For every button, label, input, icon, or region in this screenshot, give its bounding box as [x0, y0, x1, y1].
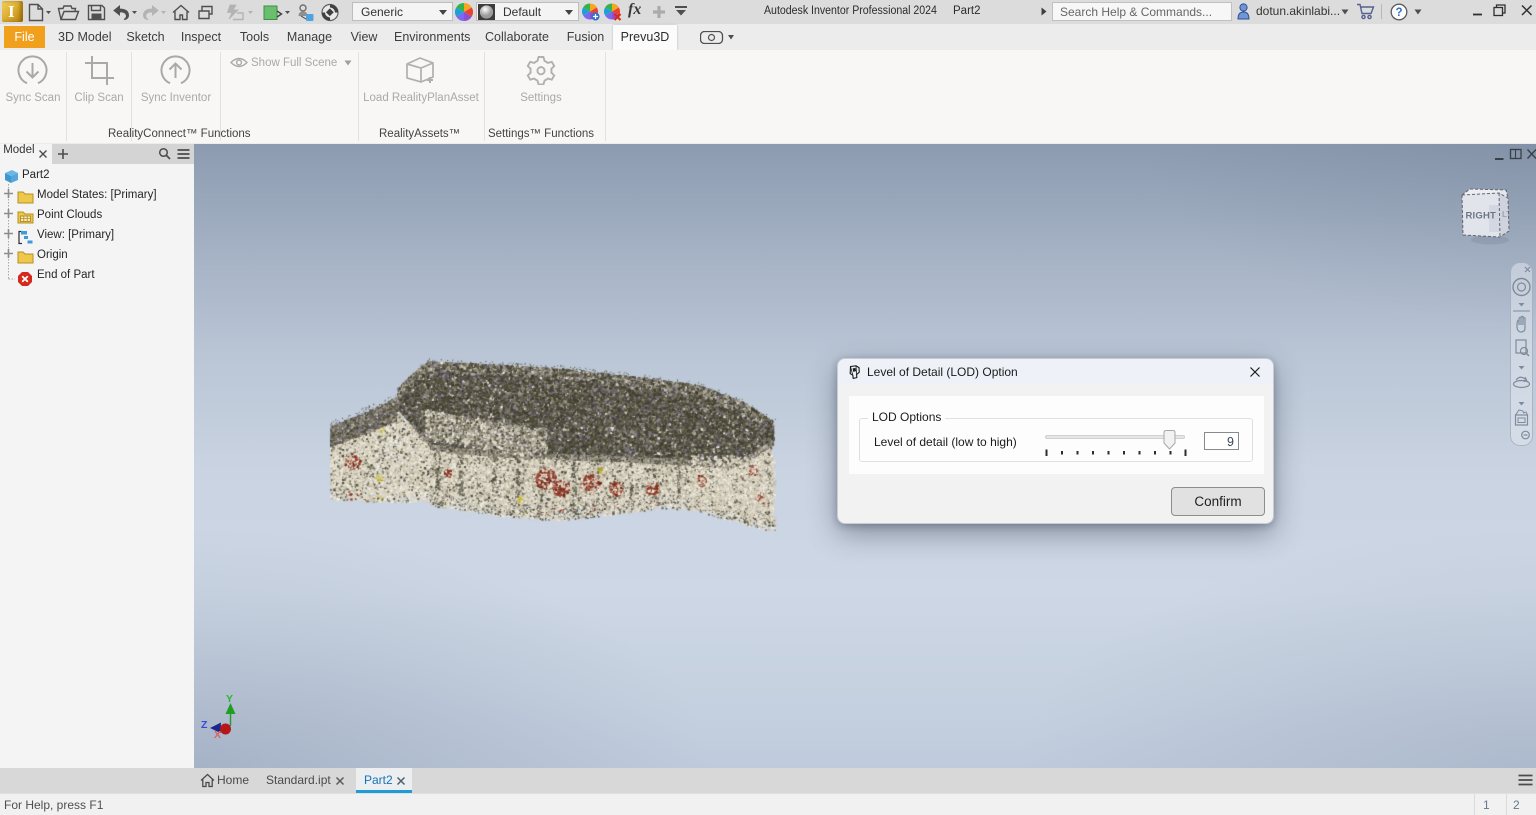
svg-text:?: ?: [1396, 7, 1403, 19]
svg-text:Y: Y: [226, 693, 233, 705]
svg-text:X: X: [214, 729, 221, 741]
svg-text:RIGHT: RIGHT: [1466, 211, 1497, 222]
svg-text:LT: LT: [1502, 210, 1511, 219]
svg-text:Z: Z: [201, 719, 208, 731]
